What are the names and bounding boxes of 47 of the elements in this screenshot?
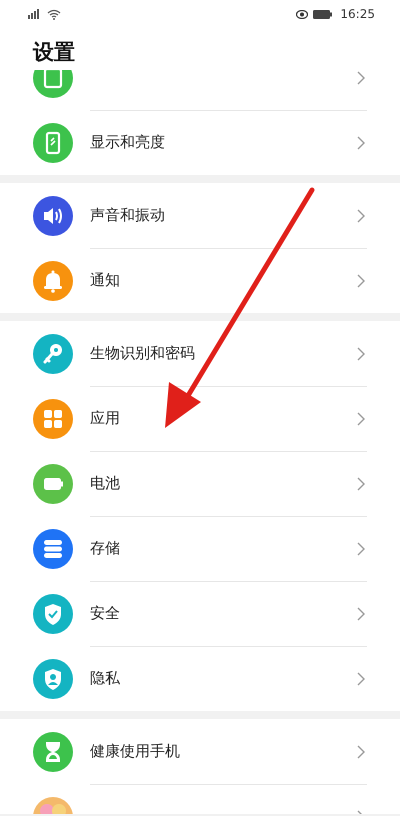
privacy-icon (33, 658, 73, 698)
settings-row[interactable]: 存储 (0, 516, 400, 581)
chevron-right-icon (357, 744, 365, 758)
row-label: 安全 (90, 604, 120, 623)
settings-row[interactable]: 应用 (0, 386, 400, 451)
battery-icon (313, 10, 332, 18)
battery-icon (33, 464, 73, 504)
row-label: 应用 (90, 409, 120, 428)
chevron-right-icon (357, 476, 365, 490)
row-label: 通知 (90, 271, 120, 290)
wifi-icon (47, 8, 61, 20)
apps-icon (33, 398, 73, 438)
row-label: 生物识别和密码 (90, 344, 195, 363)
chevron-right-icon (357, 136, 365, 150)
row-label: 声音和振动 (90, 206, 165, 225)
settings-row[interactable]: 健康使用手机 (0, 719, 400, 784)
chevron-right-icon (357, 672, 365, 686)
signal-icon (26, 9, 42, 19)
display-icon (33, 122, 73, 162)
row-label: 存储 (90, 539, 120, 558)
bell-icon (33, 260, 73, 300)
chevron-right-icon (357, 542, 365, 556)
row-label: 电池 (90, 474, 120, 493)
chevron-right-icon (357, 346, 365, 360)
chevron-right-icon (357, 208, 365, 222)
chevron-right-icon (357, 274, 365, 288)
settings-row[interactable]: 电池 (0, 451, 400, 516)
eye-icon (296, 10, 308, 18)
row-label: 隐私 (90, 669, 120, 688)
page-title: 设置 (0, 28, 400, 70)
storage-icon (33, 528, 73, 568)
settings-row[interactable]: 通知 (0, 248, 400, 313)
sound-icon (33, 196, 73, 236)
row-label: 健康使用手机 (90, 742, 180, 761)
row-label: 显示和亮度 (90, 133, 165, 152)
settings-row[interactable]: 隐私 (0, 646, 400, 711)
settings-row[interactable]: 生物识别和密码 (0, 321, 400, 386)
chevron-right-icon (357, 606, 365, 620)
chevron-right-icon (357, 70, 365, 84)
settings-row[interactable]: 显示和亮度 (0, 110, 400, 175)
settings-row[interactable]: 安全 (0, 581, 400, 646)
hourglass-icon (33, 732, 73, 772)
settings-row[interactable]: 声音和振动 (0, 183, 400, 248)
key-icon (33, 334, 73, 374)
chevron-right-icon (357, 412, 365, 426)
clock-time: 16:25 (340, 7, 375, 21)
shield-icon (33, 594, 73, 634)
